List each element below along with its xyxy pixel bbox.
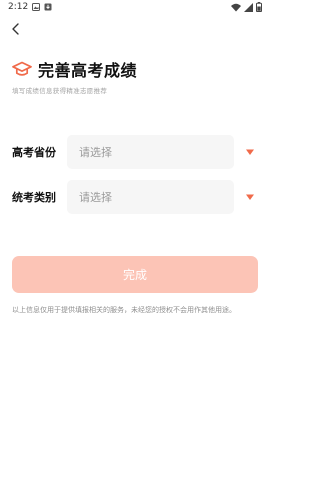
page-title: 完善高考成绩 bbox=[38, 61, 138, 80]
province-label: 高考省份 bbox=[12, 146, 56, 159]
province-select[interactable]: 请选择 bbox=[67, 135, 234, 169]
category-select[interactable]: 请选择 bbox=[67, 180, 234, 214]
graduation-cap-icon bbox=[12, 61, 32, 76]
wifi-icon bbox=[231, 3, 241, 11]
province-field-row: 高考省份 请选择 bbox=[12, 135, 258, 169]
page-header: 完善高考成绩 bbox=[12, 57, 137, 81]
category-field-row: 统考类别 请选择 bbox=[12, 180, 258, 214]
province-select-placeholder: 请选择 bbox=[79, 146, 112, 159]
dropdown-arrow-icon[interactable] bbox=[245, 148, 255, 156]
dropdown-arrow-icon[interactable] bbox=[245, 193, 255, 201]
battery-icon bbox=[256, 2, 262, 12]
download-icon bbox=[44, 3, 52, 11]
back-button[interactable] bbox=[8, 20, 24, 38]
complete-button[interactable]: 完成 bbox=[12, 256, 258, 293]
privacy-disclaimer: 以上信息仅用于提供填报相关的服务，未经您的授权不会用作其他用途。 bbox=[12, 306, 236, 314]
category-select-placeholder: 请选择 bbox=[79, 191, 112, 204]
status-time: 2:12 bbox=[8, 2, 29, 12]
signal-icon bbox=[244, 2, 253, 12]
status-bar: 2:12 bbox=[0, 0, 270, 16]
image-icon bbox=[32, 3, 40, 11]
chevron-left-icon bbox=[12, 23, 19, 35]
page-subtitle: 填写成绩信息获得精准志愿推荐 bbox=[12, 87, 108, 95]
category-label: 统考类别 bbox=[12, 191, 56, 204]
